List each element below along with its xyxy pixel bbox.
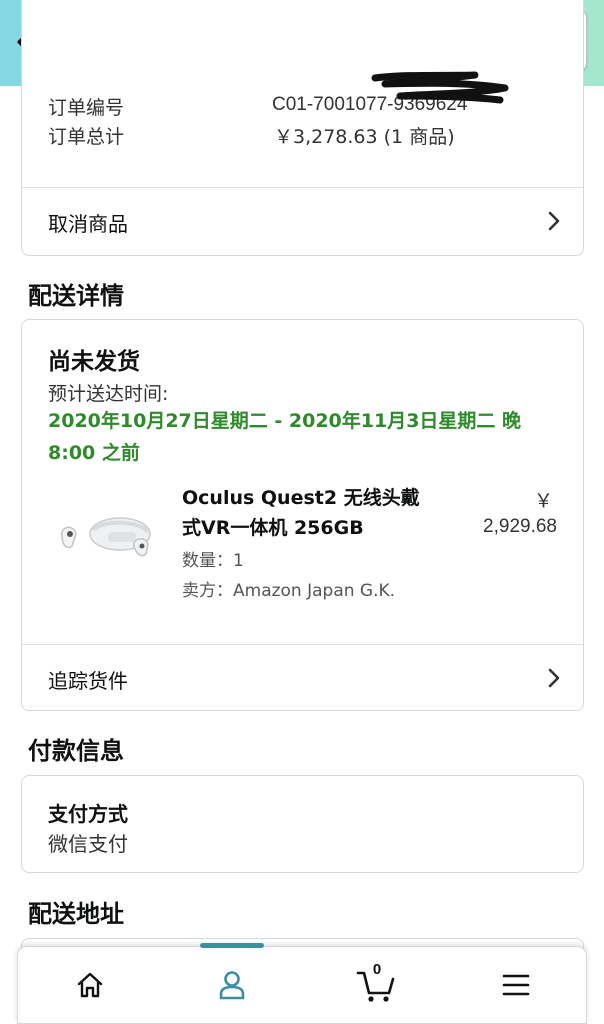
shipment-card: 尚未发货 预计送达时间: 2020年10月27日星期二 - 2020年11月3日… — [21, 319, 584, 711]
payment-method-value: 微信支付 — [48, 832, 128, 856]
nav-home[interactable] — [70, 965, 110, 1005]
order-summary-card: 订单编号 C01-7001077-9369624 订单总计 ￥3,278.63 … — [21, 0, 584, 256]
payment-card: 支付方式 微信支付 — [21, 775, 584, 873]
product-seller: 卖方：Amazon Japan G.K. — [182, 581, 396, 601]
order-number-label: 订单编号 — [48, 97, 125, 119]
cancel-item-label: 取消商品 — [48, 212, 128, 236]
price-currency: ￥ — [533, 491, 553, 512]
address-section-title: 配送地址 — [28, 900, 124, 928]
active-tab-indicator — [200, 943, 264, 948]
cancel-item-row[interactable]: 取消商品 — [22, 188, 583, 254]
track-package-label: 追踪货件 — [48, 669, 128, 693]
track-package-row[interactable]: 追踪货件 — [22, 645, 583, 711]
eta-label: 预计送达时间: — [48, 383, 169, 405]
nav-cart[interactable]: 0 — [356, 961, 396, 1005]
redaction-scribble — [371, 71, 509, 104]
cart-count-badge: 0 — [372, 961, 382, 978]
vr-headset-image[interactable] — [50, 508, 156, 560]
product-title[interactable]: Oculus Quest2 无线头戴式VR一体机 256GB — [182, 483, 432, 543]
nav-account[interactable] — [212, 965, 252, 1005]
nav-menu[interactable] — [496, 965, 536, 1005]
chevron-right-icon — [548, 668, 560, 688]
eta-value: 2020年10月27日星期二 - 2020年11月3日星期二 晚 8:00 之前 — [48, 410, 522, 464]
order-total-value: ￥3,278.63 (1 商品) — [274, 126, 455, 148]
payment-section-title: 付款信息 — [28, 737, 124, 765]
chevron-right-icon — [548, 211, 560, 231]
bottom-navigation: 0 — [17, 943, 587, 1024]
product-price: 2,929.68 — [483, 516, 557, 537]
home-icon — [77, 972, 103, 998]
user-icon — [219, 971, 245, 1000]
product-quantity: 数量：1 — [182, 551, 244, 571]
shipping-section-title: 配送详情 — [28, 282, 124, 310]
order-total-label: 订单总计 — [48, 126, 125, 148]
shipment-status: 尚未发货 — [48, 349, 140, 375]
payment-method-label: 支付方式 — [48, 802, 128, 826]
menu-icon — [502, 974, 530, 996]
